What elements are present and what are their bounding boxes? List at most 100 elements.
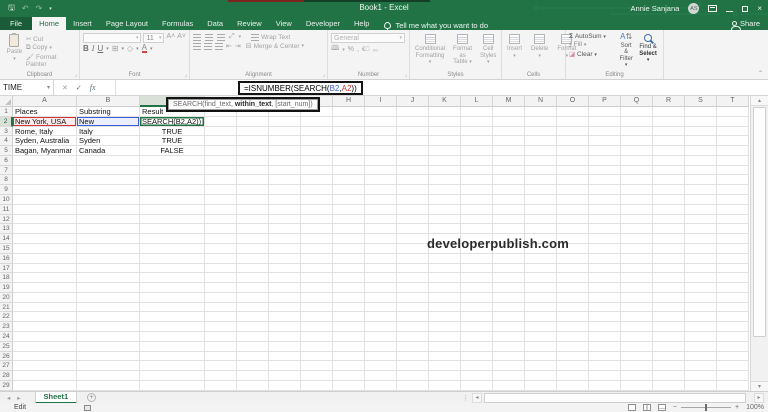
cell-H22[interactable]: [333, 312, 365, 323]
borders-icon[interactable]: ⊞: [112, 44, 119, 53]
cell-E7[interactable]: [237, 165, 269, 176]
orientation-icon[interactable]: ⤢: [229, 33, 235, 41]
row-header-10[interactable]: 10: [0, 195, 13, 205]
cell-O10[interactable]: [557, 195, 589, 205]
autosum-button[interactable]: Σ AutoSum ▾: [569, 33, 616, 40]
cell-N4[interactable]: [525, 136, 557, 147]
column-header-A[interactable]: A: [13, 96, 77, 107]
column-header-N[interactable]: N: [525, 96, 557, 107]
cell-S12[interactable]: [685, 214, 717, 225]
cell-P4[interactable]: [589, 136, 621, 147]
new-sheet-button[interactable]: +: [87, 393, 97, 402]
row-header-12[interactable]: 12: [0, 214, 13, 225]
align-right-icon[interactable]: [215, 42, 223, 50]
cell-B2[interactable]: New: [77, 116, 140, 127]
cell-I11[interactable]: [365, 204, 397, 215]
cell-L20[interactable]: [461, 292, 493, 303]
cell-M7[interactable]: [493, 165, 525, 176]
cell-J12[interactable]: [397, 214, 429, 225]
cell-Q19[interactable]: [621, 283, 653, 293]
cell-R27[interactable]: [653, 361, 685, 372]
cell-N9[interactable]: [525, 185, 557, 196]
row-header-5[interactable]: 5: [0, 146, 13, 156]
cell-B4[interactable]: Syden: [77, 136, 140, 147]
cell-A14[interactable]: [13, 234, 77, 244]
cell-M9[interactable]: [493, 185, 525, 196]
column-header-B[interactable]: B: [77, 96, 140, 107]
cell-Q9[interactable]: [621, 185, 653, 196]
cell-P20[interactable]: [589, 292, 621, 303]
cell-O21[interactable]: [557, 302, 589, 313]
cell-E12[interactable]: [237, 214, 269, 225]
cell-T28[interactable]: [717, 371, 749, 381]
cell-J6[interactable]: [397, 155, 429, 166]
tab-view[interactable]: View: [269, 17, 299, 30]
cell-J3[interactable]: [397, 126, 429, 137]
cell-S28[interactable]: [685, 371, 717, 381]
cell-S27[interactable]: [685, 361, 717, 372]
cell-G5[interactable]: [301, 146, 333, 156]
row-header-25[interactable]: 25: [0, 341, 13, 352]
cell-H11[interactable]: [333, 204, 365, 215]
cell-P6[interactable]: [589, 155, 621, 166]
cell-K23[interactable]: [429, 322, 461, 332]
cell-C12[interactable]: [140, 214, 205, 225]
cell-B24[interactable]: [77, 331, 140, 342]
decrease-indent-icon[interactable]: ⇤: [226, 42, 232, 50]
cell-P17[interactable]: [589, 263, 621, 274]
merge-center-button[interactable]: ⊟ Merge & Center ▾: [246, 42, 304, 51]
cell-S5[interactable]: [685, 146, 717, 156]
cell-L19[interactable]: [461, 283, 493, 293]
cell-F21[interactable]: [269, 302, 301, 313]
cell-T22[interactable]: [717, 312, 749, 323]
cell-E14[interactable]: [237, 234, 269, 244]
row-header-3[interactable]: 3: [0, 126, 13, 137]
select-all-corner[interactable]: [0, 96, 13, 107]
insert-function-icon[interactable]: fx: [90, 83, 96, 92]
cell-G2[interactable]: [301, 116, 333, 127]
cell-B15[interactable]: [77, 243, 140, 254]
cell-J19[interactable]: [397, 283, 429, 293]
cell-Q26[interactable]: [621, 351, 653, 362]
column-header-J[interactable]: J: [397, 96, 429, 107]
cell-L25[interactable]: [461, 341, 493, 352]
cell-N26[interactable]: [525, 351, 557, 362]
cell-H4[interactable]: [333, 136, 365, 147]
cell-I18[interactable]: [365, 273, 397, 284]
cell-G28[interactable]: [301, 371, 333, 381]
cell-D5[interactable]: [205, 146, 237, 156]
cell-D25[interactable]: [205, 341, 237, 352]
cell-H3[interactable]: [333, 126, 365, 137]
cell-I29[interactable]: [365, 380, 397, 391]
cell-L8[interactable]: [461, 175, 493, 186]
cell-M21[interactable]: [493, 302, 525, 313]
cell-J13[interactable]: [397, 224, 429, 235]
row-header-11[interactable]: 11: [0, 204, 13, 215]
cell-T15[interactable]: [717, 243, 749, 254]
row-header-2[interactable]: 2: [0, 116, 13, 127]
cell-B5[interactable]: Canada: [77, 146, 140, 156]
cell-S1[interactable]: [685, 107, 717, 117]
cell-H2[interactable]: [333, 116, 365, 127]
cell-I24[interactable]: [365, 331, 397, 342]
paste-button[interactable]: Paste ▾: [3, 33, 26, 68]
cell-A7[interactable]: [13, 165, 77, 176]
cell-A8[interactable]: [13, 175, 77, 186]
cell-R28[interactable]: [653, 371, 685, 381]
cell-J9[interactable]: [397, 185, 429, 196]
row-header-18[interactable]: 18: [0, 273, 13, 284]
cell-G27[interactable]: [301, 361, 333, 372]
sheet-nav-left-icon[interactable]: ◂: [7, 394, 10, 402]
cell-B11[interactable]: [77, 204, 140, 215]
row-header-19[interactable]: 19: [0, 283, 13, 293]
scroll-up-icon[interactable]: ▴: [751, 96, 768, 106]
cell-T10[interactable]: [717, 195, 749, 205]
cell-P12[interactable]: [589, 214, 621, 225]
cell-B16[interactable]: [77, 253, 140, 264]
cell-J29[interactable]: [397, 380, 429, 391]
cell-P7[interactable]: [589, 165, 621, 176]
cell-L5[interactable]: [461, 146, 493, 156]
cell-L26[interactable]: [461, 351, 493, 362]
cell-K13[interactable]: [429, 224, 461, 235]
cell-N28[interactable]: [525, 371, 557, 381]
